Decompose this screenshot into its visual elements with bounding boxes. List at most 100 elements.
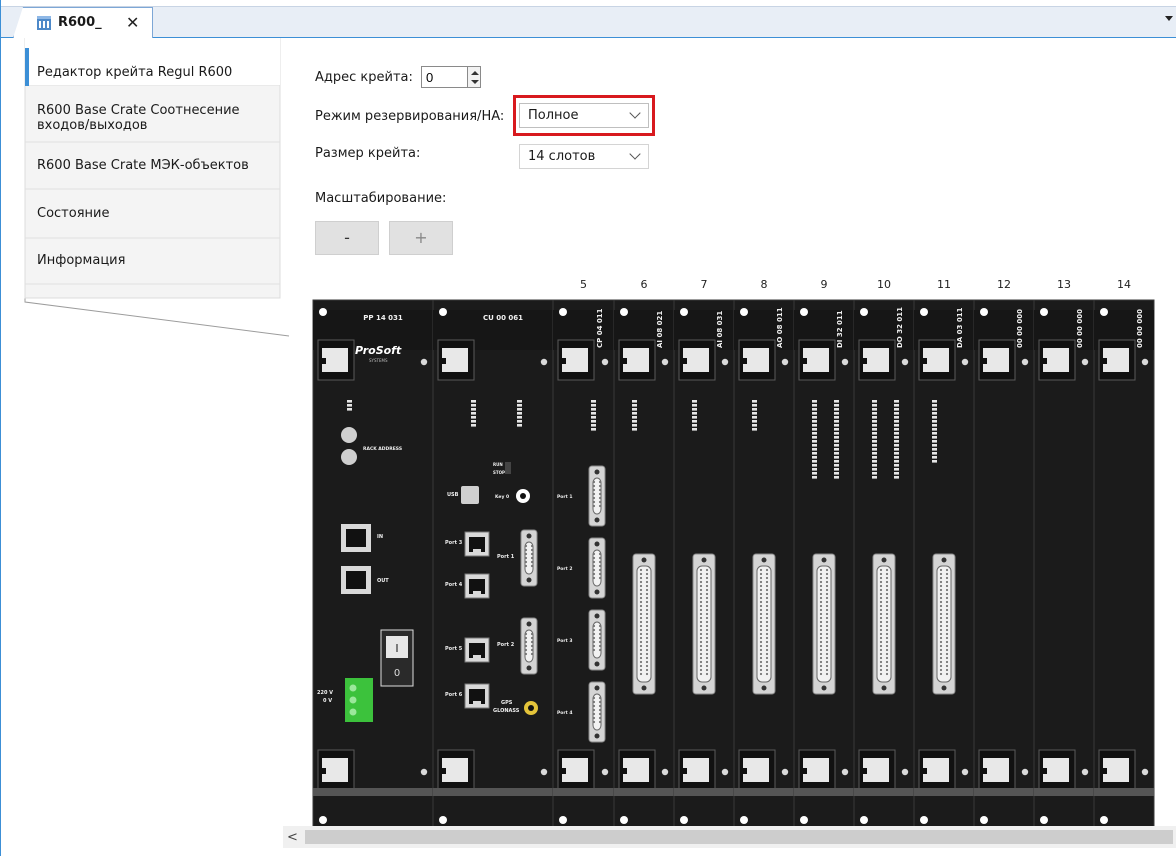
connector-pin (598, 640, 602, 644)
ethernet-socket (346, 571, 366, 589)
connector-socket (592, 693, 602, 731)
connector-pin (945, 668, 949, 672)
led-indicator (517, 408, 522, 411)
screw-icon (781, 768, 789, 776)
connector-pin (592, 708, 596, 712)
connector-screw (526, 665, 532, 671)
connector-pin (879, 672, 883, 676)
tab-list-dropdown-icon[interactable] (1165, 16, 1173, 21)
connector-pin (598, 480, 602, 484)
document-tab[interactable]: R600_ ✕ (13, 7, 153, 38)
connector-pin (530, 564, 534, 568)
connector-pin (825, 668, 829, 672)
screw-icon (721, 768, 729, 776)
connector-pin (759, 668, 763, 672)
screw-icon (420, 768, 428, 776)
status-light (1100, 816, 1108, 824)
connector-pin (699, 652, 703, 656)
sidebar-item-crate-editor[interactable]: Редактор крейта Regul R600 (25, 52, 280, 80)
connector-pin (825, 612, 829, 616)
led-indicator (894, 432, 899, 435)
sidebar-item-io-mapping[interactable]: R600 Base Crate Соотнесение входов/выход… (25, 92, 280, 133)
sidebar-item-iec-objects[interactable]: R600 Base Crate МЭК-объектов (25, 146, 280, 173)
led-indicator (932, 436, 937, 439)
key-label: Key 0 (495, 494, 509, 500)
bracket-latch (623, 768, 627, 774)
led-indicator (632, 412, 637, 415)
connector-pin (819, 624, 823, 628)
connector-pin (759, 600, 763, 604)
connector-pin (699, 576, 703, 580)
connector-pin (765, 580, 769, 584)
connector-pin (639, 600, 643, 604)
connector-pin (759, 648, 763, 652)
bracket-latch (322, 358, 326, 364)
connector-pin (598, 500, 602, 504)
connector-pin (530, 544, 534, 548)
connector-pin (945, 624, 949, 628)
screw-icon (1141, 768, 1149, 776)
led-indicator (812, 460, 817, 463)
led-indicator (834, 408, 839, 411)
led-indicator (872, 452, 877, 455)
connector-pin (945, 576, 949, 580)
screw-icon (661, 768, 669, 776)
led-indicator (834, 440, 839, 443)
connector-pin (645, 664, 649, 668)
connector-pin (598, 644, 602, 648)
bracket-latch (623, 358, 627, 364)
led-indicator (872, 464, 877, 467)
module-name: 00 00 000 (1136, 309, 1144, 348)
connector-socket (592, 549, 602, 587)
led-indicator (872, 468, 877, 471)
led-indicator (894, 428, 899, 431)
voltage-label: 220 V (317, 690, 333, 696)
screw-icon (961, 768, 969, 776)
ethernet-latch (473, 655, 481, 660)
led-indicator (872, 428, 877, 431)
horizontal-scrollbar[interactable]: < (283, 826, 1176, 848)
led-indicator (932, 456, 937, 459)
connector-socket (876, 565, 892, 683)
module-name: CU 00 061 (483, 314, 523, 322)
connector-pin (825, 584, 829, 588)
connector-pin (592, 716, 596, 720)
led-indicator (591, 400, 596, 403)
led-indicator (591, 424, 596, 427)
connector-pin (945, 612, 949, 616)
connector-pin (645, 604, 649, 608)
connector-pin (765, 672, 769, 676)
status-light (559, 308, 567, 316)
led-indicator (517, 412, 522, 415)
scroll-left-icon[interactable]: < (287, 830, 298, 845)
led-indicator (591, 428, 596, 431)
connector-pin (939, 580, 943, 584)
connector-screw (594, 517, 600, 523)
bracket-latch (442, 768, 446, 774)
crate-module: CU 00 061 RUN STOP USB Key 0 Port 3 Port 4 Port… (432, 299, 554, 828)
status-light (680, 816, 688, 824)
connector-pin (765, 648, 769, 652)
sidebar-item-status[interactable]: Состояние (25, 194, 280, 221)
connector-pin (765, 584, 769, 588)
led-indicator (894, 420, 899, 423)
scrollbar-thumb[interactable] (305, 830, 1173, 844)
connector-pin (705, 616, 709, 620)
connector-pin (765, 572, 769, 576)
led-indicator (692, 428, 697, 431)
connector-pin (639, 616, 643, 620)
connector-pin (705, 588, 709, 592)
connector-pin (825, 572, 829, 576)
connector-pin (759, 616, 763, 620)
close-icon[interactable]: ✕ (126, 13, 139, 32)
connector-pin (765, 612, 769, 616)
bracket-latch (683, 358, 687, 364)
led-indicator (872, 472, 877, 475)
connector-pin (699, 600, 703, 604)
sidebar-item-information[interactable]: Информация (25, 242, 280, 268)
led-indicator (872, 400, 877, 403)
connector-pin (705, 592, 709, 596)
led-indicator (812, 408, 817, 411)
led-indicator (692, 420, 697, 423)
connector-pin (524, 644, 528, 648)
